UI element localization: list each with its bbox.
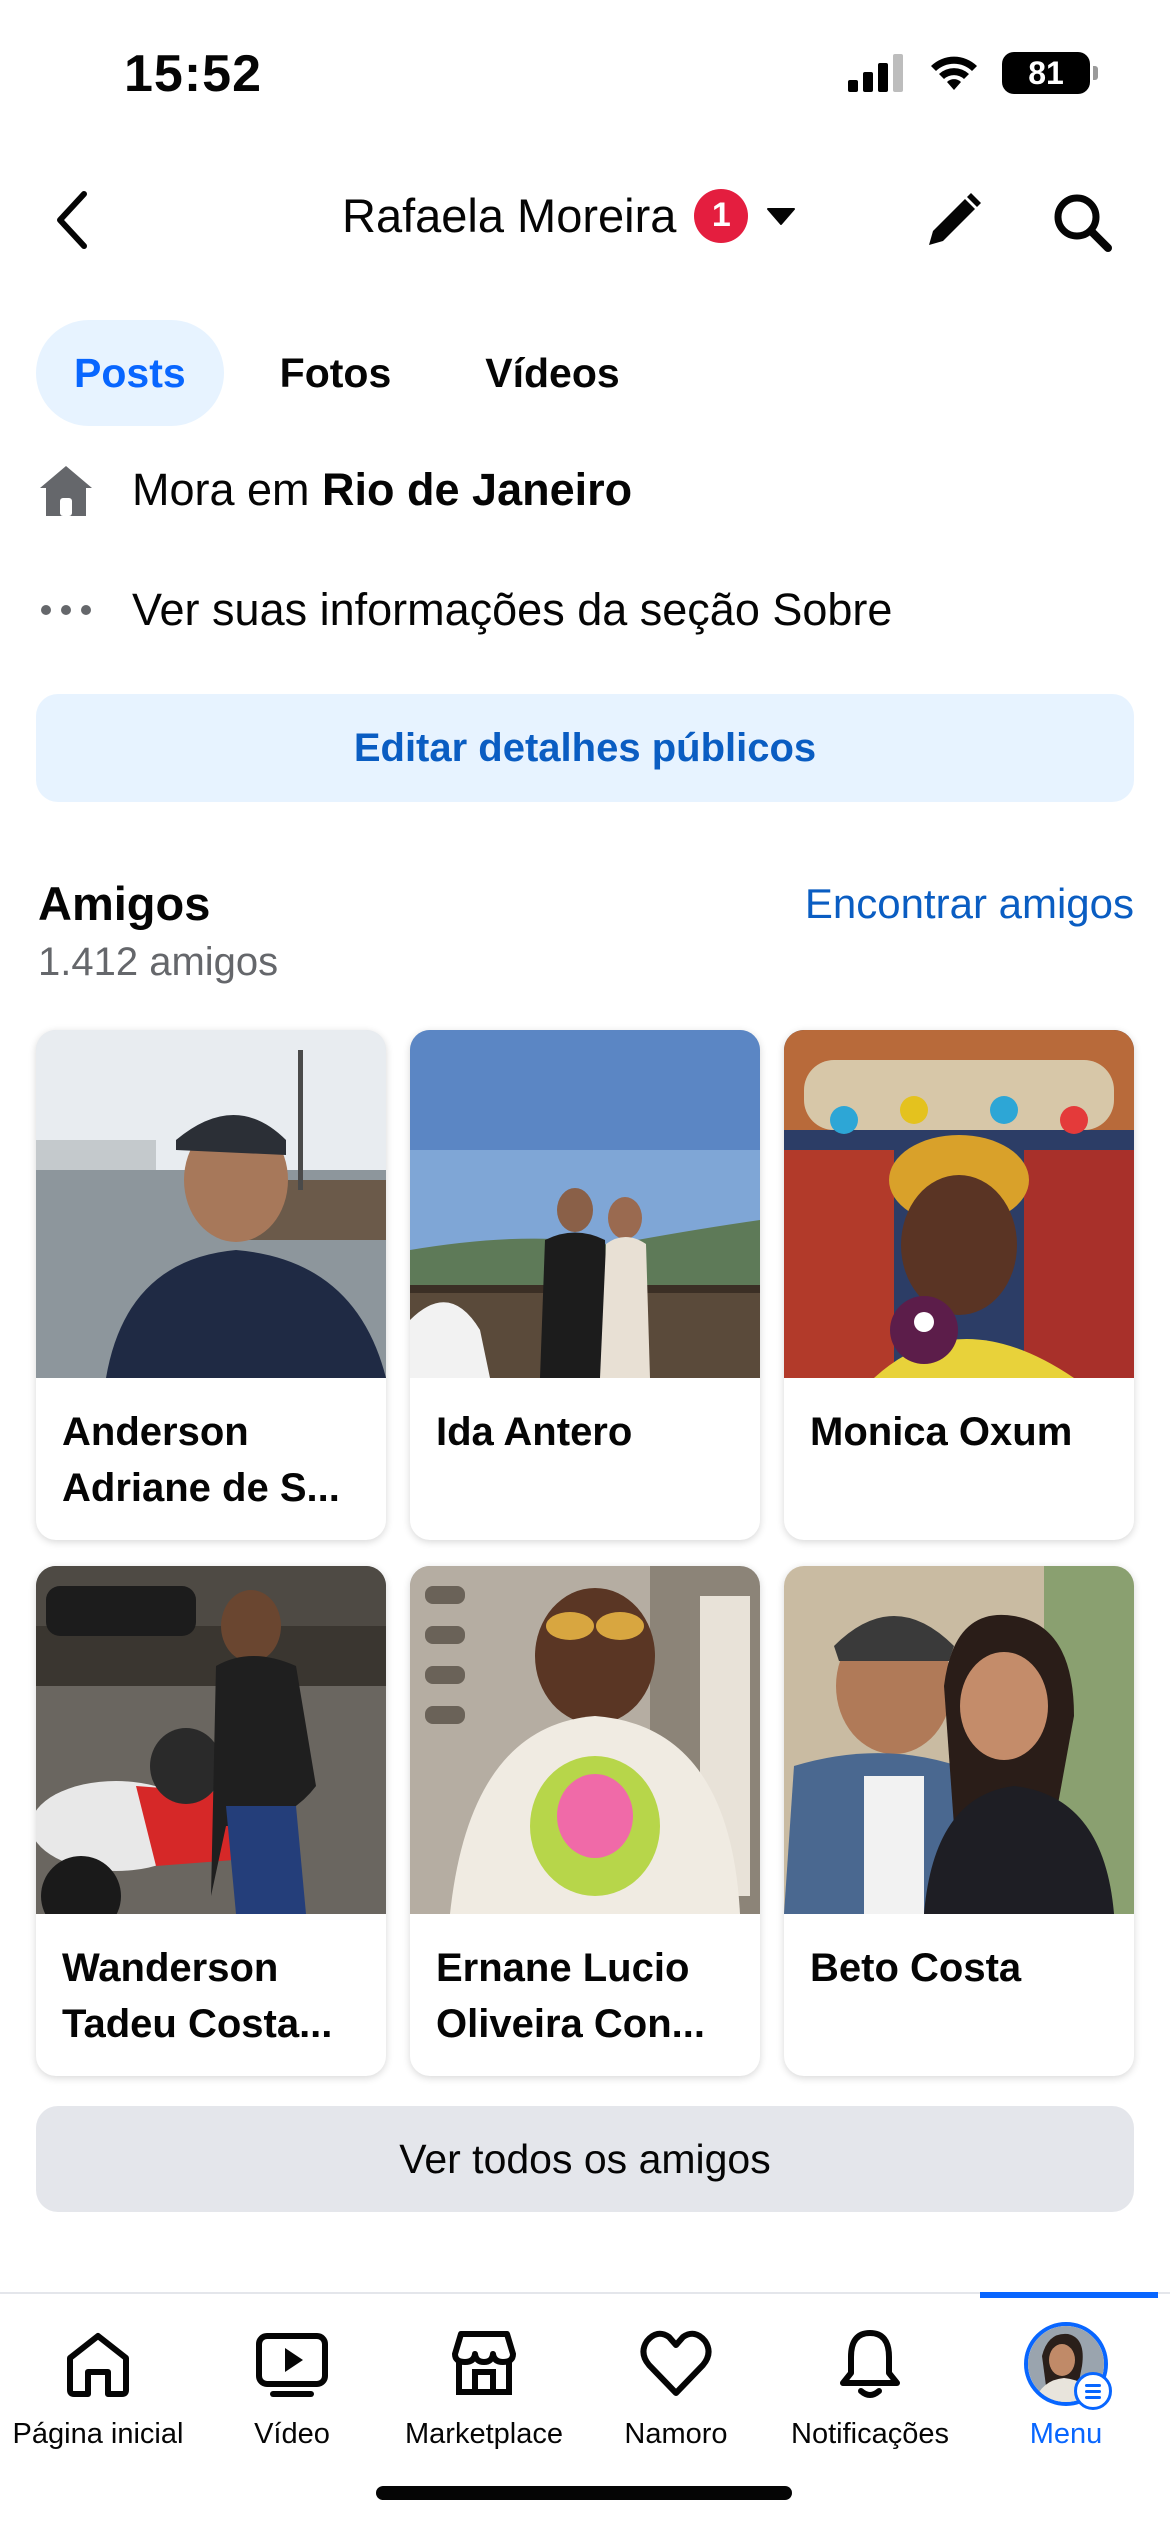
home-indicator	[376, 2486, 792, 2500]
profile-avatar	[1024, 2322, 1112, 2410]
friend-photo	[784, 1030, 1134, 1378]
find-friends-link[interactable]: Encontrar amigos	[805, 880, 1134, 928]
home-icon	[58, 2324, 138, 2404]
profile-header: Rafaela Moreira 1	[0, 170, 1170, 270]
wifi-icon	[931, 56, 977, 90]
friend-card[interactable]: Ida Antero	[410, 1030, 760, 1540]
status-bar: 15:52 81	[0, 0, 1170, 150]
active-tab-indicator	[980, 2292, 1158, 2298]
status-time: 15:52	[124, 45, 262, 103]
friend-photo	[410, 1030, 760, 1378]
video-icon	[252, 2324, 332, 2404]
search-button[interactable]	[1046, 186, 1118, 258]
friend-card[interactable]: Monica Oxum	[784, 1030, 1134, 1540]
friend-name: Monica Oxum	[810, 1410, 1073, 1454]
friend-photo	[410, 1566, 760, 1914]
cellular-signal-icon	[848, 54, 903, 92]
tab-posts[interactable]: Posts	[36, 320, 224, 426]
pencil-icon	[929, 193, 981, 245]
lives-in-prefix: Mora em	[132, 464, 323, 515]
friend-name: Beto Costa	[810, 1946, 1022, 1990]
tab-fotos[interactable]: Fotos	[242, 320, 430, 426]
friend-card[interactable]: Beto Costa	[784, 1566, 1134, 2076]
friend-name: Ernane Lucio Oliveira Con...	[436, 1946, 705, 2046]
notification-badge: 1	[694, 188, 749, 243]
friend-card[interactable]: Anderson Adriane de S...	[36, 1030, 386, 1540]
friend-name: Ida Antero	[436, 1410, 633, 1454]
friends-count: 1.412 amigos	[38, 940, 279, 984]
lives-in-city: Rio de Janeiro	[322, 464, 633, 515]
friend-photo	[36, 1566, 386, 1914]
tab-videos[interactable]: Vídeos	[447, 320, 657, 426]
friend-card[interactable]: Ernane Lucio Oliveira Con...	[410, 1566, 760, 2076]
friend-name: Anderson Adriane de S...	[62, 1410, 340, 1510]
nav-home[interactable]: Página inicial	[0, 2324, 196, 2451]
battery-indicator: 81	[1002, 52, 1098, 94]
nav-video[interactable]: Vídeo	[194, 2324, 390, 2451]
profile-switcher[interactable]: Rafaela Moreira 1	[342, 188, 796, 243]
nav-dating[interactable]: Namoro	[578, 2324, 774, 2451]
friends-grid: Anderson Adriane de S... Ida Antero Moni…	[36, 1030, 1134, 2076]
house-icon	[36, 460, 96, 520]
marketplace-icon	[444, 2324, 524, 2404]
see-all-friends-button[interactable]: Ver todos os amigos	[36, 2106, 1134, 2212]
profile-tabs: Posts Fotos Vídeos	[36, 320, 658, 426]
nav-marketplace[interactable]: Marketplace	[386, 2324, 582, 2451]
more-dots-icon	[36, 580, 96, 640]
about-link-text: Ver suas informações da seção Sobre	[132, 584, 893, 635]
back-button[interactable]	[42, 182, 102, 258]
friend-photo	[36, 1030, 386, 1378]
status-icons: 81	[848, 52, 1098, 94]
page-title: Rafaela Moreira	[342, 189, 677, 242]
nav-notifications[interactable]: Notificações	[772, 2324, 968, 2451]
heart-icon	[636, 2324, 716, 2404]
menu-lines-icon	[1074, 2372, 1112, 2410]
friend-name: Wanderson Tadeu Costa...	[62, 1946, 333, 2046]
edit-public-details-button[interactable]: Editar detalhes públicos	[36, 694, 1134, 802]
edit-profile-button[interactable]	[918, 186, 988, 256]
caret-down-icon	[767, 207, 796, 225]
search-icon	[1054, 194, 1112, 252]
about-row[interactable]: Ver suas informações da seção Sobre	[36, 580, 892, 640]
friend-photo	[784, 1566, 1134, 1914]
friends-heading: Amigos	[38, 877, 211, 930]
nav-menu[interactable]: Menu	[968, 2322, 1164, 2451]
friend-card[interactable]: Wanderson Tadeu Costa...	[36, 1566, 386, 2076]
lives-in-row: Mora em Rio de Janeiro	[36, 460, 632, 520]
chevron-left-icon	[57, 191, 87, 249]
bell-icon	[830, 2324, 910, 2404]
